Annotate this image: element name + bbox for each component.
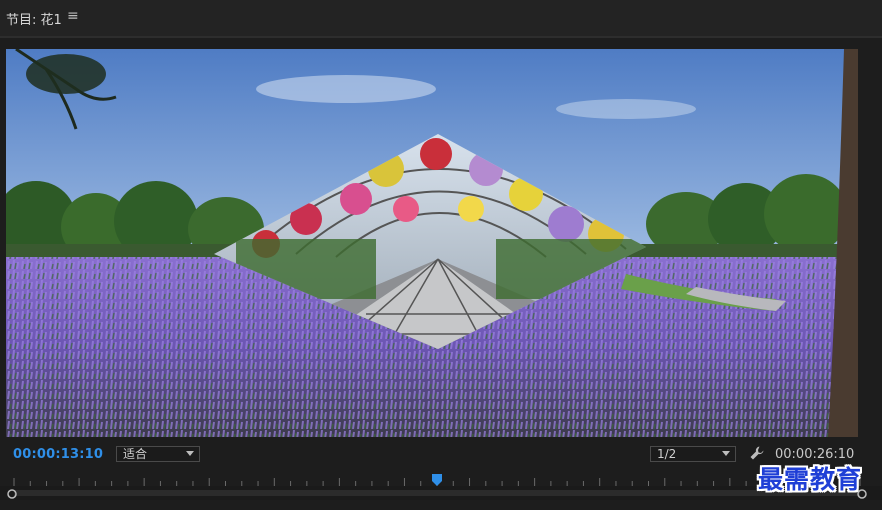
- header-divider: [0, 36, 882, 38]
- video-frame: [6, 49, 858, 437]
- watermark-logo: 最需教育: [758, 465, 863, 494]
- zoom-fit-label: 适合: [123, 447, 148, 461]
- playhead[interactable]: [432, 474, 442, 486]
- panel-menu-icon[interactable]: ≡: [67, 8, 79, 24]
- playback-resolution-label: 1/2: [657, 447, 677, 461]
- program-monitor-viewer[interactable]: [6, 49, 858, 437]
- time-ruler[interactable]: [0, 470, 882, 510]
- playback-resolution-dropdown[interactable]: 1/2: [650, 446, 736, 462]
- panel-title: 节目: 花1: [6, 13, 62, 28]
- current-timecode[interactable]: 00:00:13:10: [13, 447, 103, 462]
- wrench-icon[interactable]: [749, 445, 765, 461]
- chevron-down-icon: [186, 451, 194, 456]
- chevron-down-icon: [722, 451, 730, 456]
- panel-header: 节目: 花1 ≡: [0, 0, 882, 36]
- scroll-track[interactable]: [14, 490, 860, 496]
- zoom-fit-dropdown[interactable]: 适合: [116, 446, 200, 462]
